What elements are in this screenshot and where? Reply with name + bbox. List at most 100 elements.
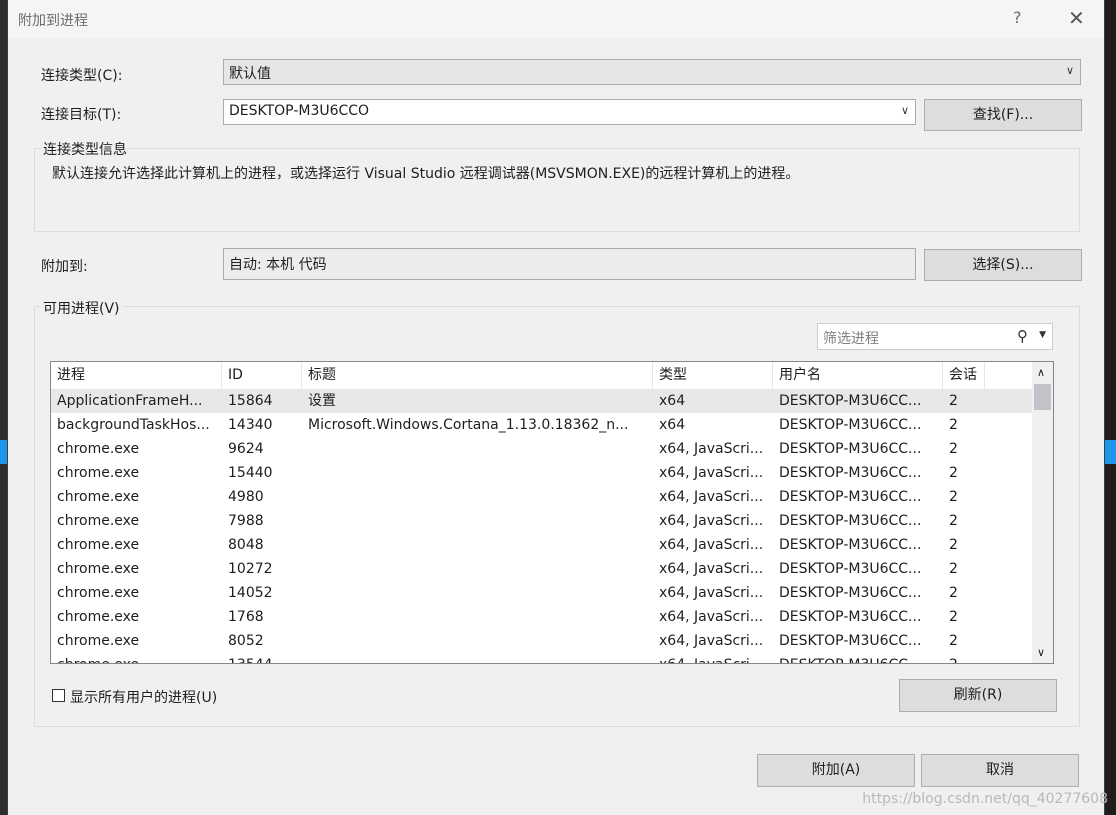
cell-id: 13544	[222, 653, 302, 663]
close-icon[interactable]: ✕	[1068, 6, 1085, 30]
title-bar: 附加到进程 ? ✕	[8, 0, 1104, 38]
cell-title	[302, 557, 653, 581]
cell-title: 设置	[308, 393, 336, 409]
cell-id: 8052	[228, 633, 264, 649]
chevron-down-icon: ∨	[1065, 64, 1074, 77]
background-left-accent	[0, 440, 8, 464]
chevron-down-icon[interactable]: ▼	[1039, 330, 1046, 340]
process-list-header: 进程 ID 标题 类型 用户名 会话	[51, 362, 1051, 389]
cell-type: x64, JavaScri...	[659, 465, 764, 481]
cancel-button[interactable]: 取消	[921, 754, 1079, 787]
cell-session: 2	[949, 417, 958, 433]
cell-name: chrome.exe	[57, 561, 140, 577]
attach-to-field: 自动: 本机 代码	[223, 248, 916, 280]
cell-user: DESKTOP-M3U6CC...	[779, 561, 922, 577]
table-row[interactable]: chrome.exe 10272 x64, JavaScri... DESKTOP-M…	[51, 557, 1032, 581]
cell-user: DESKTOP-M3U6CC...	[779, 513, 922, 529]
background-right-accent	[1104, 440, 1116, 464]
connection-type-value: 默认值	[229, 66, 271, 82]
table-row[interactable]: chrome.exe 8052 x64, JavaScri... DESKTOP-M3…	[51, 629, 1032, 653]
table-row[interactable]: chrome.exe13544 x64, JavaScri...DESKTOP-M…	[51, 653, 1032, 663]
table-row[interactable]: chrome.exe 1768 x64, JavaScri... DESKTOP-M3…	[51, 605, 1032, 629]
scroll-down-icon[interactable]: ∨	[1037, 646, 1045, 659]
cell-session: 2	[949, 561, 958, 577]
cell-name: chrome.exe	[57, 609, 140, 625]
cell-session: 2	[949, 489, 958, 505]
cell-name: chrome.exe	[57, 585, 140, 601]
cell-name: chrome.exe	[57, 633, 140, 649]
cell-session: 2	[949, 465, 958, 481]
attach-to-process-dialog: 附加到进程 ? ✕ 连接类型(C): 默认值 ∨ 连接目标(T): DESKTO…	[8, 0, 1104, 815]
cell-user: DESKTOP-M3U6CC...	[779, 441, 922, 457]
available-processes-title: 可用进程(V)	[41, 298, 122, 318]
cell-id: 14052	[228, 585, 273, 601]
cell-title	[302, 509, 653, 533]
connection-info-text: 默认连接允许选择此计算机上的进程，或选择运行 Visual Studio 远程调…	[52, 166, 800, 182]
table-row[interactable]: chrome.exe 9624 x64, JavaScri... DESKTOP-M3…	[51, 437, 1032, 461]
connection-type-dropdown[interactable]: 默认值 ∨	[223, 59, 1081, 85]
cell-title	[302, 653, 653, 663]
cell-title	[302, 437, 653, 461]
show-all-users-label[interactable]: 显示所有用户的进程(U)	[70, 687, 217, 707]
cell-type: x64, JavaScri...	[659, 537, 764, 553]
find-button[interactable]: 查找(F)...	[924, 99, 1082, 131]
cell-type: x64, JavaScri...	[659, 633, 764, 649]
table-row[interactable]: chrome.exe 8048 x64, JavaScri... DESKTOP-M3…	[51, 533, 1032, 557]
connection-target-value: DESKTOP-M3U6CCO	[229, 103, 370, 119]
cell-type: x64, JavaScri...	[659, 513, 764, 529]
scroll-up-icon[interactable]: ∧	[1037, 366, 1045, 379]
cell-session: 2	[949, 393, 958, 409]
cell-name: chrome.exe	[57, 441, 140, 457]
table-row[interactable]: chrome.exe 4980 x64, JavaScri... DESKTOP-M3…	[51, 485, 1032, 509]
table-row[interactable]: backgroundTaskHos... 14340 Microsoft.Windo…	[51, 413, 1032, 437]
cell-type: x64, JavaScri...	[659, 585, 764, 601]
cell-user: DESKTOP-M3U6CC...	[779, 633, 922, 649]
select-button[interactable]: 选择(S)...	[924, 249, 1082, 281]
column-header-session[interactable]: 会话	[943, 362, 985, 389]
refresh-button[interactable]: 刷新(R)	[899, 679, 1057, 712]
cell-type: x64	[659, 417, 686, 433]
watermark: https://blog.csdn.net/qq_40277608	[862, 791, 1108, 807]
cell-name: chrome.exe	[51, 653, 222, 663]
cell-user: DESKTOP-M3U6CC...	[779, 489, 922, 505]
cell-title	[302, 581, 653, 605]
cell-title: Microsoft.Windows.Cortana_1.13.0.18362_n…	[308, 417, 629, 433]
vertical-scrollbar[interactable]: ∧ ∨	[1032, 362, 1053, 663]
cell-session: 2	[949, 513, 958, 529]
cell-session: 2	[949, 441, 958, 457]
column-header-type[interactable]: 类型	[653, 362, 773, 389]
connection-info-group	[34, 148, 1080, 232]
scroll-thumb[interactable]	[1034, 384, 1051, 410]
cell-name: chrome.exe	[57, 465, 140, 481]
cell-type: x64	[659, 393, 686, 409]
table-row[interactable]: chrome.exe 14052 x64, JavaScri... DESKTOP-M…	[51, 581, 1032, 605]
help-button[interactable]: ?	[1013, 8, 1022, 27]
cell-title	[302, 629, 653, 653]
column-header-user[interactable]: 用户名	[773, 362, 943, 389]
search-icon[interactable]: ⚲	[1017, 327, 1028, 345]
cell-user: DESKTOP-M3U6CC...	[779, 537, 922, 553]
attach-button[interactable]: 附加(A)	[757, 754, 915, 787]
cell-type: x64, JavaScri...	[653, 653, 773, 663]
column-header-id[interactable]: ID	[222, 362, 302, 389]
cell-session: 2	[949, 537, 958, 553]
column-header-process[interactable]: 进程	[51, 362, 222, 389]
show-all-users-checkbox[interactable]	[52, 689, 65, 702]
cell-name: chrome.exe	[57, 489, 140, 505]
cell-user: DESKTOP-M3U6CC...	[779, 465, 922, 481]
process-list[interactable]: 进程 ID 标题 类型 用户名 会话 ApplicationFrameH... 1…	[50, 361, 1054, 664]
connection-target-label: 连接目标(T):	[41, 107, 122, 123]
column-header-title[interactable]: 标题	[302, 362, 653, 389]
cell-name: chrome.exe	[57, 537, 140, 553]
attach-to-value: 自动: 本机 代码	[229, 257, 327, 273]
connection-target-dropdown[interactable]: DESKTOP-M3U6CCO ∨	[223, 99, 916, 125]
cell-session: 2	[943, 653, 985, 663]
cell-user: DESKTOP-M3U6CC...	[773, 653, 943, 663]
cell-type: x64, JavaScri...	[659, 489, 764, 505]
cell-title	[302, 485, 653, 509]
filter-processes-input[interactable]: 筛选进程 ⚲ ▼	[817, 323, 1053, 350]
table-row[interactable]: ApplicationFrameH... 15864 设置 x64 DESKTOP-M3…	[51, 389, 1032, 413]
table-row[interactable]: chrome.exe 7988 x64, JavaScri... DESKTOP-M3…	[51, 509, 1032, 533]
table-row[interactable]: chrome.exe 15440 x64, JavaScri... DESKTOP-M…	[51, 461, 1032, 485]
cell-id: 15440	[228, 465, 273, 481]
